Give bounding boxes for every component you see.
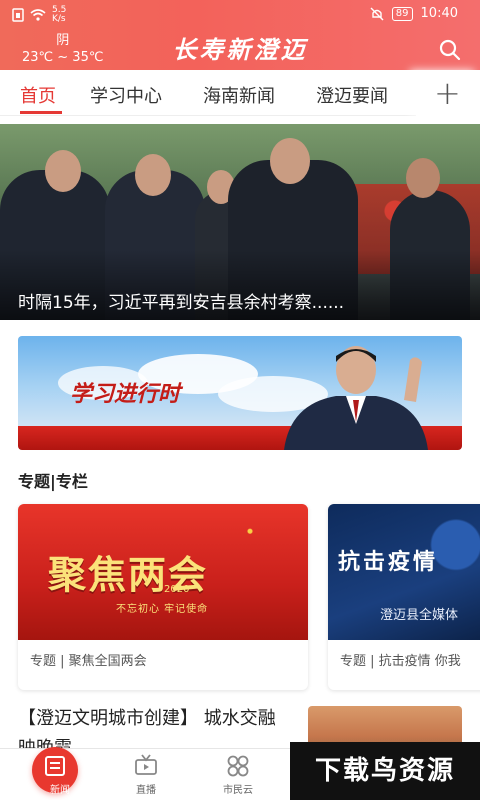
banner-title: 学习进行时	[70, 381, 181, 407]
battery-indicator: 89	[391, 6, 413, 21]
topic-thumb-title: 抗击疫情	[338, 549, 439, 575]
mute-icon	[370, 7, 384, 20]
news-icon: 新闻	[32, 747, 78, 796]
hero-figure-head	[406, 158, 440, 198]
tabbar-label: 直播	[136, 785, 156, 796]
topic-thumbnail: 聚焦两会 2020 不忘初心 牢记使命	[18, 504, 308, 640]
tab-chengmai-news[interactable]: 澄迈要闻	[316, 82, 388, 108]
tabbar-item-news[interactable]: 新闻	[27, 747, 83, 796]
tabbar-label: 新闻	[50, 785, 70, 796]
topic-caption: 专题 | 抗击疫情 你我	[340, 654, 461, 669]
network-speed: 5.5 K/s	[52, 5, 67, 24]
add-channel-button[interactable]: +	[416, 70, 480, 116]
plus-icon: +	[434, 74, 461, 112]
topic-thumbnail: 抗击疫情 澄迈县全媒体	[328, 504, 480, 640]
app-logo-title: 长寿新澄迈	[172, 35, 308, 64]
topic-caption: 专题 | 聚焦全国两会	[30, 654, 147, 669]
hero-figure-head	[135, 154, 171, 196]
hero-figure-head	[45, 150, 81, 192]
status-bar: 5.5 K/s 89 10:40	[0, 0, 480, 28]
clock: 10:40	[420, 6, 458, 21]
tabbar-item-live[interactable]: 直播	[118, 753, 174, 796]
sim-icon	[12, 8, 24, 22]
wifi-icon	[30, 9, 46, 21]
grid-icon	[227, 755, 249, 777]
tab-hainan-news[interactable]: 海南新闻	[203, 82, 275, 108]
tv-icon	[135, 754, 157, 775]
app-header: 5.5 K/s 89 10:40 阴 23℃ ~ 35℃ 长寿新澄迈	[0, 0, 480, 70]
tab-home[interactable]: 首页	[20, 82, 56, 108]
hero-caption[interactable]: 时隔15年，习近平再到安吉县余村考察......	[18, 288, 468, 313]
active-tab-indicator	[20, 111, 62, 114]
banner-portrait	[284, 346, 428, 450]
topic-thumb-slogan: 不忘初心 牢记使命	[116, 604, 209, 615]
weather-condition: 阴	[56, 33, 70, 48]
hero-figure-head	[270, 138, 310, 184]
topic-thumb-year: 2020	[164, 584, 190, 595]
weather-widget[interactable]: 阴 23℃ ~ 35℃	[22, 32, 103, 66]
channel-tabs: 首页 学习中心 海南新闻 澄迈要闻 +	[0, 70, 480, 116]
tabbar-item-citizen-cloud[interactable]: 市民云	[210, 753, 266, 796]
topic-card[interactable]: 抗击疫情 澄迈县全媒体 专题 | 抗击疫情 你我	[328, 504, 480, 690]
topic-card[interactable]: 聚焦两会 2020 不忘初心 牢记使命 专题 | 聚焦全国两会	[18, 504, 308, 690]
tab-study-center[interactable]: 学习中心	[90, 82, 162, 108]
search-icon[interactable]	[438, 38, 462, 62]
section-title: 专题|专栏	[18, 472, 88, 491]
topic-thumb-subtitle: 澄迈县全媒体	[380, 608, 459, 623]
study-banner[interactable]: 学习进行时	[18, 336, 462, 450]
watermark-overlay: 下载鸟资源	[290, 742, 480, 800]
temperature-range: 23℃ ~ 35℃	[22, 50, 104, 65]
tabbar-label: 市民云	[223, 785, 253, 796]
